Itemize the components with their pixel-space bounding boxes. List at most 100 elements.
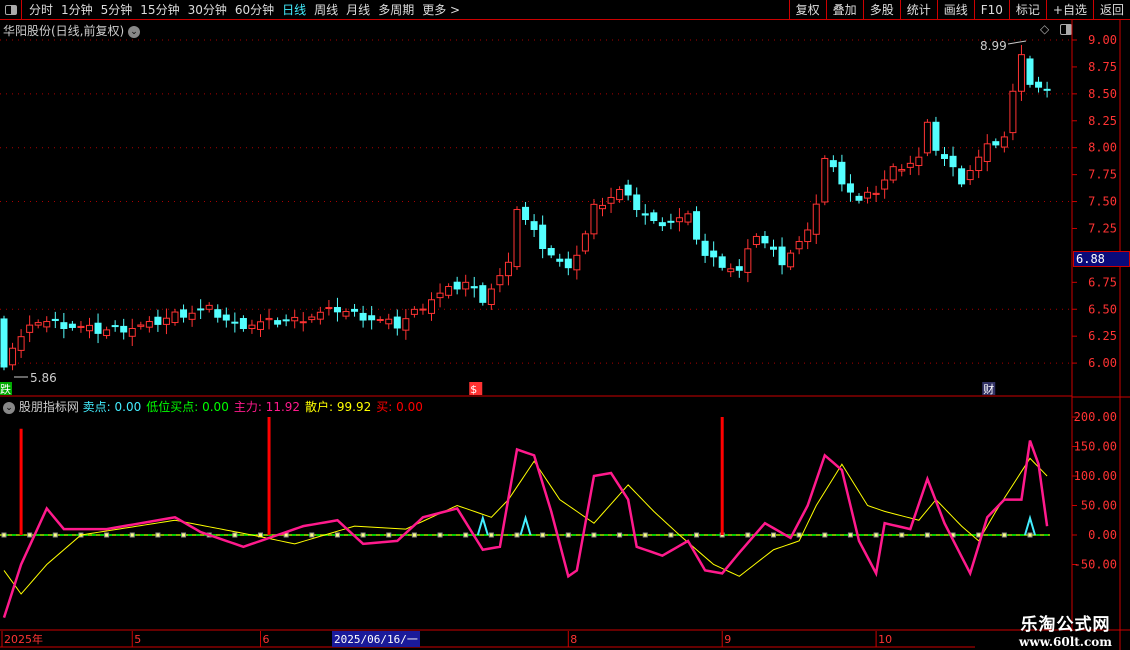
zero-marker: [104, 532, 110, 538]
candle-body: [804, 229, 812, 243]
candle-body: [111, 325, 119, 328]
date-label: 8: [570, 633, 577, 646]
candle-body: [248, 324, 256, 330]
candle-body: [949, 155, 957, 168]
candle-body: [1035, 81, 1043, 88]
candle-body: [231, 321, 239, 324]
zero-marker: [155, 532, 161, 538]
candle-body: [205, 304, 213, 310]
candle-body: [590, 203, 598, 235]
candle-body: [103, 329, 111, 337]
candle-body: [368, 315, 376, 321]
zero-marker: [694, 532, 700, 538]
candle-body: [735, 266, 743, 271]
candle-body: [308, 316, 316, 321]
zero-marker: [232, 532, 238, 538]
candle-body: [693, 211, 701, 240]
candle-body: [1043, 88, 1051, 91]
candle-body: [145, 321, 153, 328]
candle-body: [675, 217, 683, 223]
candle-body: [932, 121, 940, 151]
indicator-tick-label: 100.00: [1074, 469, 1117, 483]
candle-body: [915, 156, 923, 167]
zero-marker: [181, 532, 187, 538]
zero-marker: [309, 532, 315, 538]
candle-body: [17, 336, 25, 351]
candle-body: [291, 316, 299, 322]
candle-body: [821, 157, 829, 203]
chart-canvas[interactable]: 9.00 8.75 8.50 8.25 8.00 7.75 7.50 7.25 6.75 6.50…: [0, 0, 1130, 650]
candle-body: [573, 254, 581, 271]
candle-body: [197, 308, 205, 311]
candle-body: [171, 311, 179, 324]
zero-marker: [488, 532, 494, 538]
candle-body: [616, 188, 624, 201]
zero-marker: [796, 532, 802, 538]
candle-body: [770, 246, 777, 250]
date-cursor-label: 2025/06/16/一: [332, 631, 420, 647]
indicator-tick-label: 50.00: [1081, 499, 1117, 513]
candle-body: [333, 307, 341, 313]
candle-body: [180, 309, 188, 318]
candle-body: [864, 191, 872, 199]
main-force-line: [2, 440, 1049, 618]
indicator-tick-label: 0.00: [1088, 528, 1117, 542]
price-tick-label: 7.25: [1088, 221, 1117, 235]
zero-marker: [360, 532, 366, 538]
indicator-tick-label: -50.00: [1074, 558, 1117, 572]
candle-body: [941, 154, 948, 159]
retail-line: [3, 457, 1048, 595]
candle-body: [718, 256, 726, 268]
price-tick-label: 7.50: [1088, 195, 1117, 209]
zero-marker: [642, 532, 648, 538]
candle-body: [641, 213, 649, 216]
zero-marker: [27, 532, 33, 538]
price-tick-label: 6.50: [1088, 302, 1117, 316]
candle-body: [906, 162, 914, 168]
candle-body: [547, 248, 555, 256]
candle-body: [43, 321, 51, 328]
date-label: 9: [724, 633, 731, 646]
zero-marker: [771, 532, 776, 538]
sell-triangle: [476, 514, 489, 536]
price-tick-label: 8.25: [1088, 114, 1117, 128]
candle-body: [479, 285, 487, 303]
watermark: 乐淘公式网 www.60lt.com: [1019, 610, 1112, 649]
candle-body: [761, 235, 769, 244]
candle-body: [872, 192, 880, 195]
candle-body: [154, 316, 162, 325]
candle-body: [453, 281, 461, 290]
candle-body: [504, 261, 512, 277]
candle-body: [342, 311, 350, 317]
zero-marker: [52, 532, 58, 538]
indicator-tick-label: 150.00: [1074, 440, 1117, 454]
candle-body: [0, 318, 8, 368]
candle-body: [975, 156, 983, 172]
candle-body: [120, 325, 128, 333]
candle-body: [881, 179, 889, 190]
watermark-url: www.60lt.com: [1019, 635, 1112, 649]
candle-body: [983, 143, 991, 162]
candle-body: [68, 323, 76, 328]
candle-body: [838, 161, 846, 185]
candle-body: [958, 168, 966, 185]
zero-marker: [437, 532, 443, 538]
price-tick-label: 9.00: [1088, 33, 1117, 47]
zero-marker: [617, 532, 623, 538]
date-label: 5: [134, 633, 141, 646]
candle-body: [607, 196, 615, 204]
candle-body: [462, 281, 470, 290]
candle-body: [299, 321, 307, 324]
zero-marker: [873, 532, 879, 538]
candle-body: [658, 222, 666, 227]
candle-body: [239, 318, 247, 330]
candle-body: [530, 221, 538, 230]
date-label: 6: [263, 633, 270, 646]
candle-body: [128, 327, 136, 337]
candle-body: [51, 318, 59, 322]
candle-body: [376, 318, 384, 321]
candle-body: [1026, 58, 1034, 85]
candle-body: [752, 235, 760, 246]
event-marker: $: [470, 383, 477, 396]
high-price-label: 8.99: [980, 39, 1007, 53]
